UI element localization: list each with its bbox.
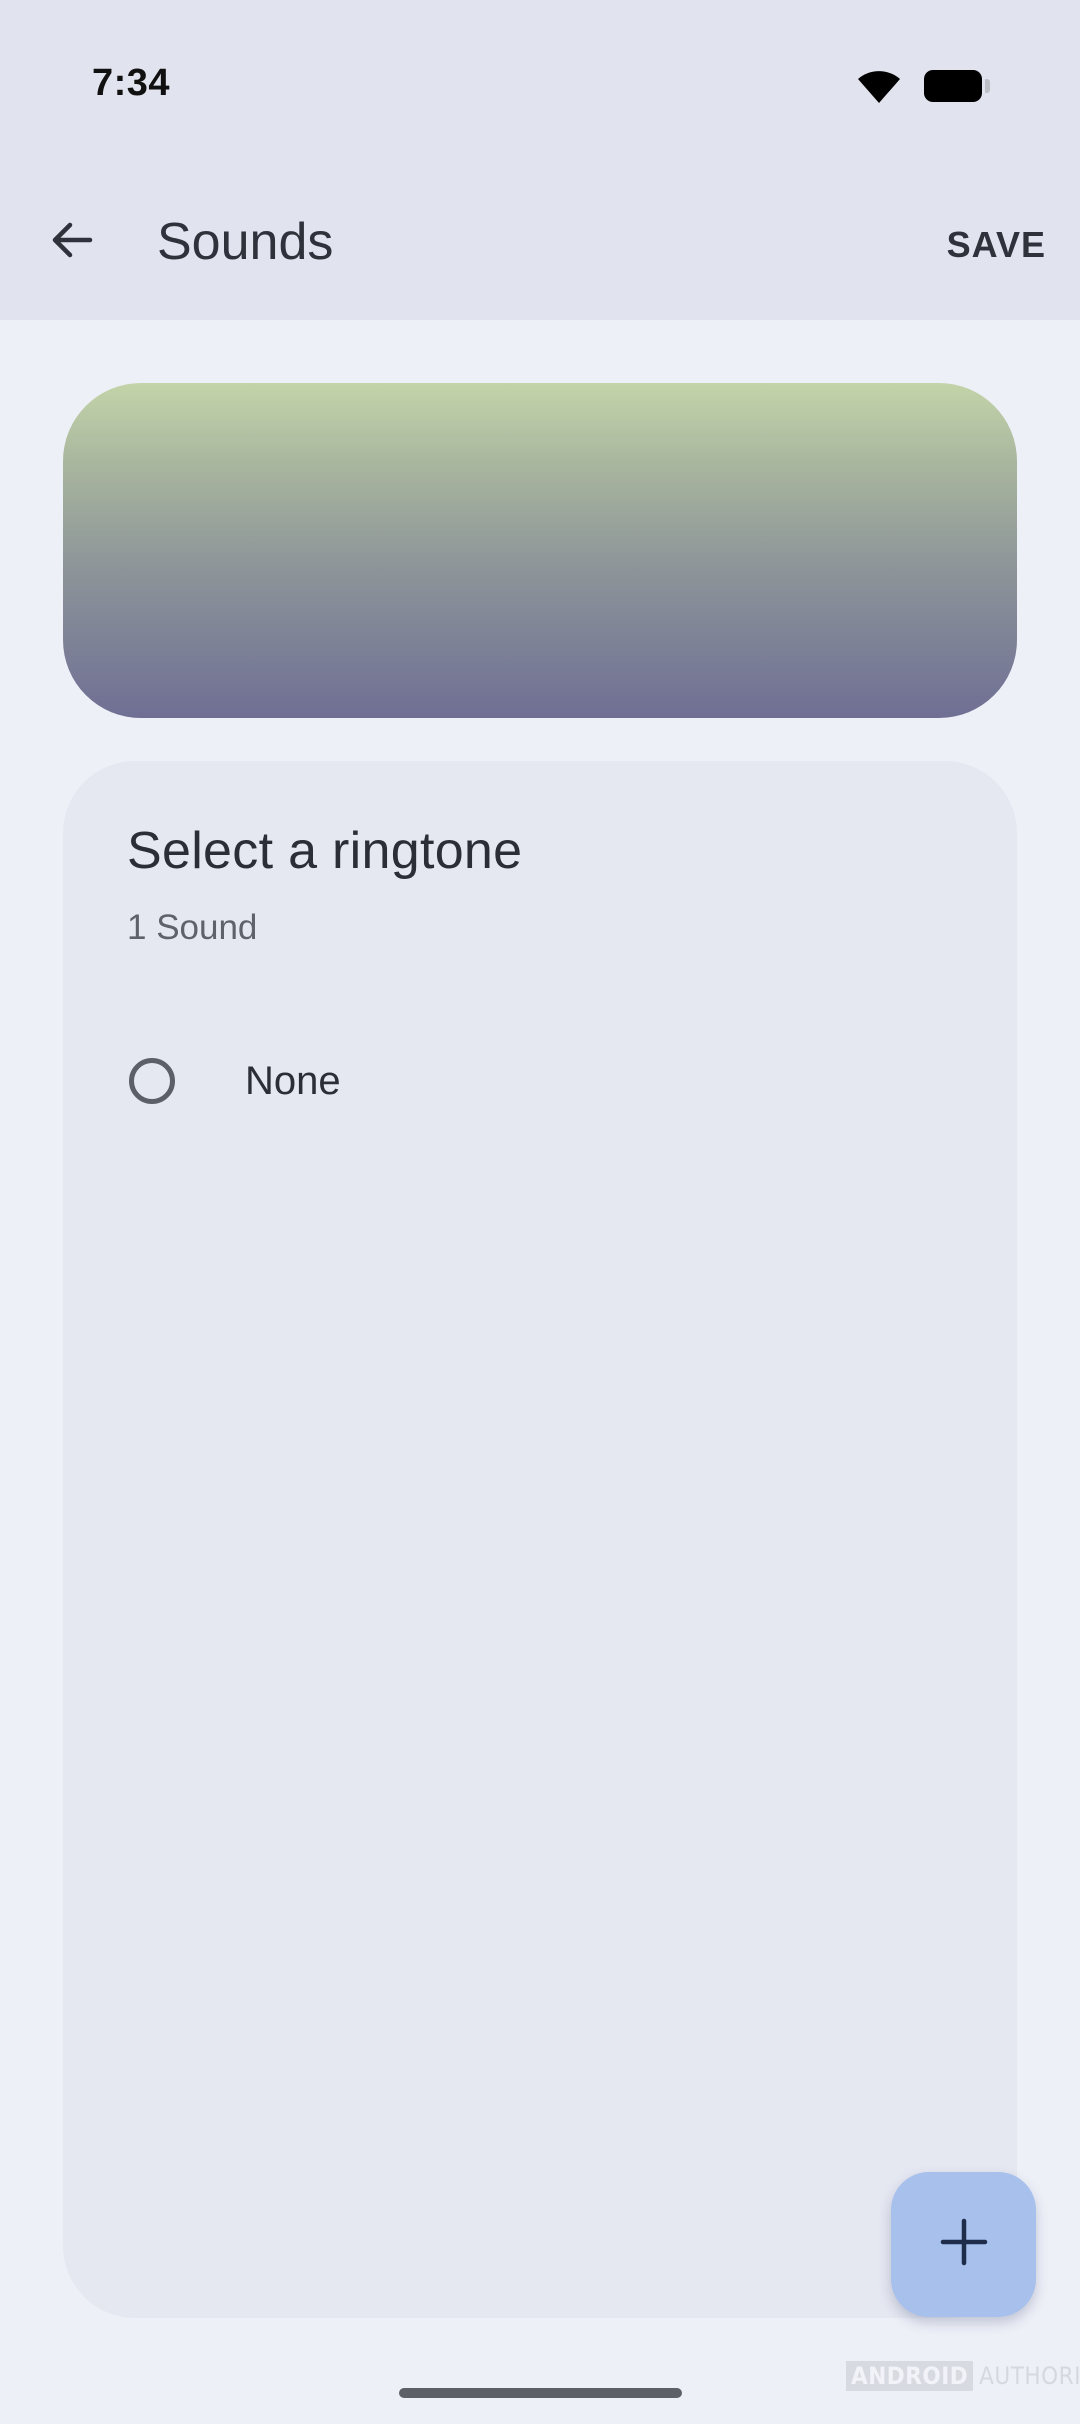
back-button[interactable] [36, 206, 108, 278]
top-app-area: 7:34 Sounds SAVE [0, 0, 1080, 320]
battery-icon [924, 70, 990, 102]
watermark-part2: AUTHORITY [979, 2362, 1080, 2390]
status-time: 7:34 [92, 62, 171, 104]
add-sound-button[interactable] [891, 2172, 1036, 2317]
watermark: ANDROID AUTHORITY [846, 2361, 1080, 2391]
radio-button[interactable] [129, 1058, 175, 1104]
wifi-icon [856, 67, 902, 105]
plus-icon [938, 2216, 990, 2273]
status-icons [856, 66, 990, 106]
option-label: None [245, 1058, 341, 1103]
ringtone-option-none[interactable]: None [103, 1021, 977, 1141]
sound-preview-banner [63, 383, 1017, 718]
sound-count: 1 Sound [127, 908, 258, 947]
gesture-navigation-bar[interactable] [399, 2388, 682, 2398]
watermark-part1: ANDROID [846, 2361, 974, 2391]
card-title: Select a ringtone [127, 822, 523, 880]
ringtone-card: Select a ringtone 1 Sound None [63, 761, 1017, 2318]
save-button[interactable]: SAVE [947, 220, 1046, 270]
arrow-left-icon [48, 216, 96, 269]
page-title: Sounds [157, 213, 334, 271]
